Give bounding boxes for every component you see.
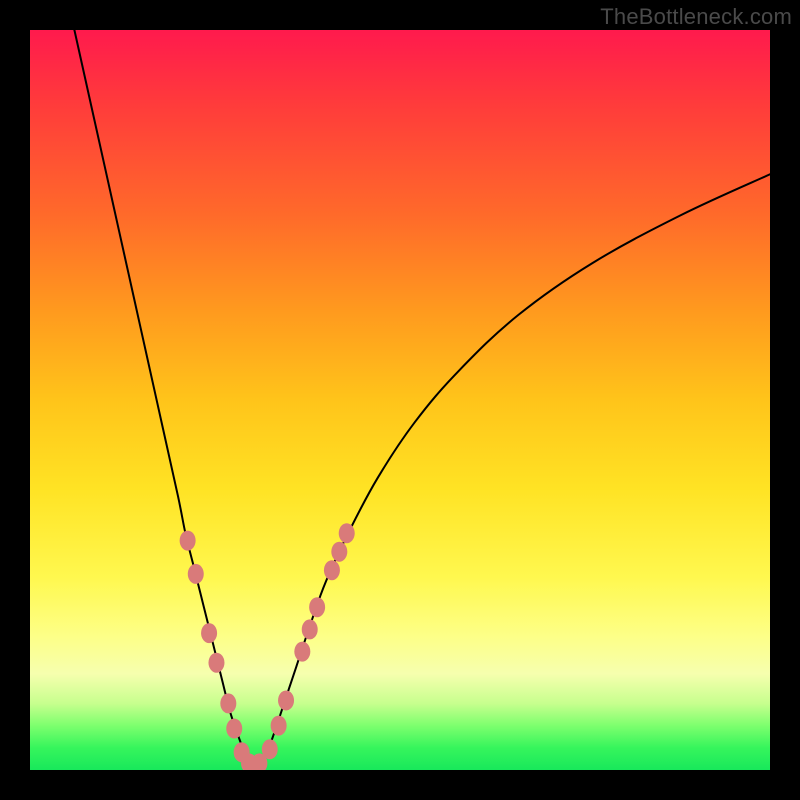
chart-svg	[30, 30, 770, 770]
data-point	[271, 716, 287, 736]
data-point	[309, 597, 325, 617]
data-point	[220, 693, 236, 713]
data-point	[208, 653, 224, 673]
outer-frame: TheBottleneck.com	[0, 0, 800, 800]
data-point	[262, 739, 278, 759]
right-curve-path	[250, 174, 770, 766]
left-curve-path	[74, 30, 249, 766]
data-point	[226, 719, 242, 739]
data-point	[331, 542, 347, 562]
data-point	[188, 564, 204, 584]
watermark-text: TheBottleneck.com	[600, 4, 792, 30]
data-point	[302, 619, 318, 639]
data-point	[180, 531, 196, 551]
data-point	[201, 623, 217, 643]
data-point	[278, 690, 294, 710]
data-point	[294, 642, 310, 662]
plot-area	[30, 30, 770, 770]
data-point	[324, 560, 340, 580]
data-point	[339, 523, 355, 543]
data-point-markers	[180, 523, 355, 770]
